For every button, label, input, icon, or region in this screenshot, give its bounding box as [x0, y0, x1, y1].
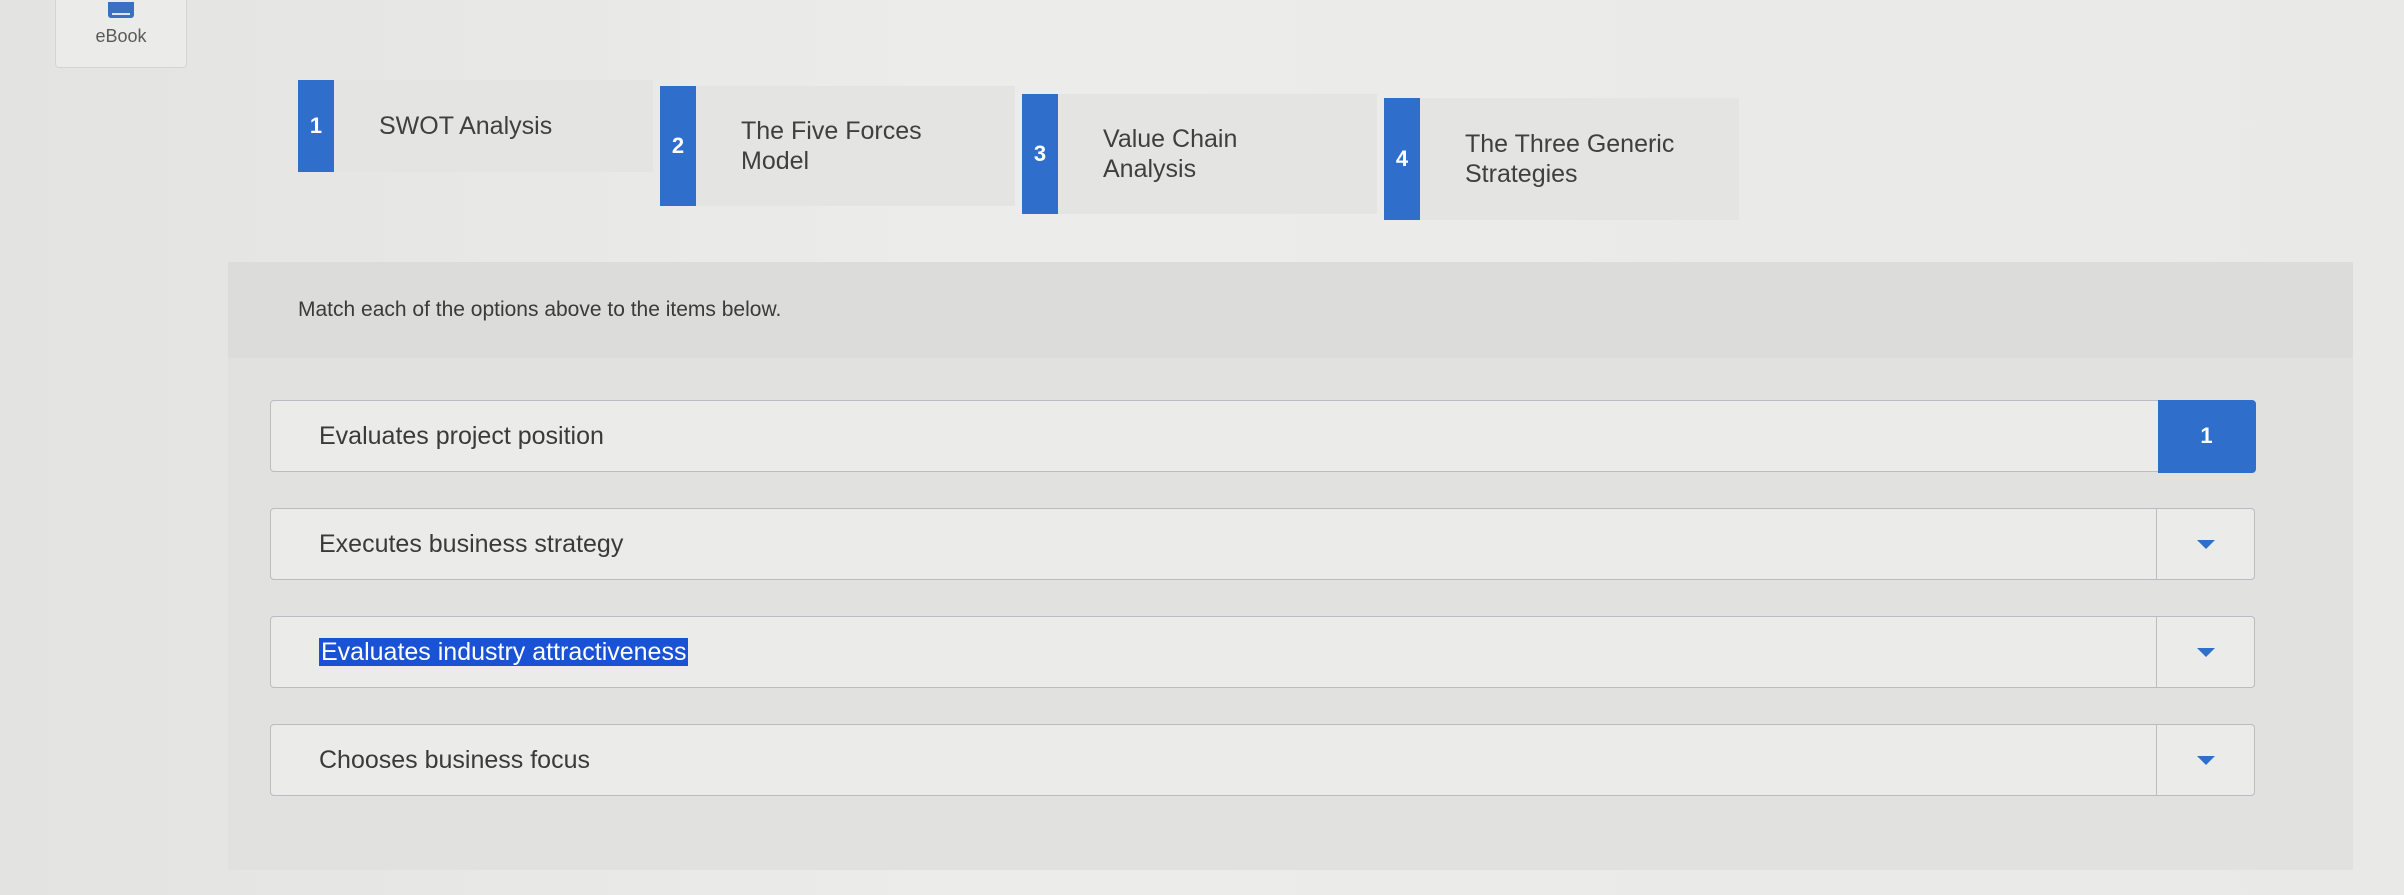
option-card-3[interactable]: 3 Value Chain Analysis: [1022, 94, 1377, 214]
match-row-4: Chooses business focus: [270, 724, 2255, 796]
option-card-4[interactable]: 4 The Three Generic Strategies: [1384, 98, 1739, 220]
match-row-3: Evaluates industry attractiveness: [270, 616, 2255, 688]
match-item-label: Executes business strategy: [319, 529, 624, 558]
match-item-label: Evaluates industry attractiveness: [319, 637, 2156, 667]
ebook-label: eBook: [95, 26, 147, 46]
option-card-2[interactable]: 2 The Five Forces Model: [660, 86, 1015, 206]
selected-text: Evaluates industry attractiveness: [319, 637, 689, 666]
match-dropdown[interactable]: [2156, 617, 2254, 687]
match-item-label: Chooses business focus: [319, 745, 590, 774]
option-label: Value Chain Analysis: [1103, 125, 1238, 183]
chevron-down-icon: [2196, 647, 2215, 657]
option-number: 4: [1384, 98, 1420, 220]
page: eBook 1 SWOT Analysis 2 The Five Forces …: [0, 0, 2404, 895]
match-item-label: Evaluates project position: [319, 421, 604, 450]
match-dropdown[interactable]: 1: [2157, 399, 2256, 473]
option-label: The Five Forces Model: [741, 117, 922, 175]
match-row-1: Evaluates project position 1: [270, 399, 2256, 473]
option-label: The Three Generic Strategies: [1465, 130, 1675, 188]
chevron-down-icon: [2196, 539, 2215, 549]
match-dropdown[interactable]: [2156, 725, 2254, 795]
chevron-down-icon: [2196, 755, 2215, 765]
option-number: 1: [298, 80, 334, 172]
match-dropdown[interactable]: [2156, 509, 2254, 579]
option-number: 3: [1022, 94, 1058, 214]
instructions-text: Match each of the options above to the i…: [228, 262, 2353, 358]
option-card-1[interactable]: 1 SWOT Analysis: [298, 80, 653, 172]
ebook-button[interactable]: eBook: [55, 0, 187, 68]
match-row-2: Executes business strategy: [270, 508, 2255, 580]
book-icon: [108, 2, 134, 18]
option-number: 2: [660, 86, 696, 206]
option-label: SWOT Analysis: [379, 112, 553, 140]
